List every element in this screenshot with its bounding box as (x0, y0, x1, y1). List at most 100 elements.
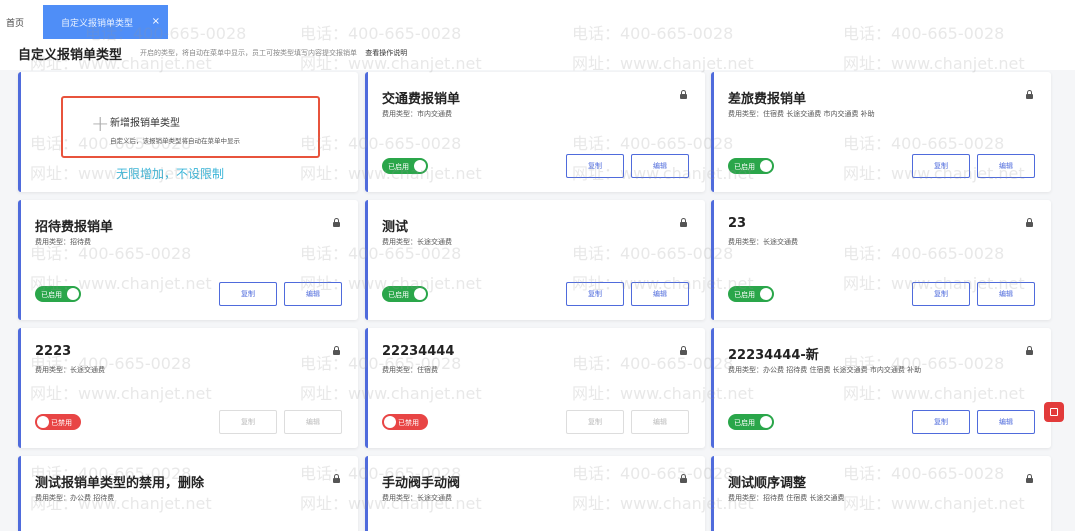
tab-label: 自定义报销单类型 (61, 19, 134, 29)
expense-type-card: 差旅费报销单 费用类型：住宿费 长途交通费 市内交通费 补助 已启用 复制 编辑 (711, 72, 1051, 192)
edit-button[interactable]: 编辑 (977, 282, 1035, 306)
plus-icon[interactable]: + (91, 112, 109, 137)
expense-type-card: 测试报销单类型的禁用，删除 费用类型：办公费 招待费 (18, 456, 358, 531)
edit-button[interactable]: 编辑 (977, 410, 1035, 434)
page-title: 自定义报销单类型 (18, 48, 123, 63)
tab-custom-expense-type[interactable]: 自定义报销单类型 × (43, 5, 168, 39)
toggle-label: 已启用 (388, 163, 409, 171)
card-title: 差旅费报销单 (728, 92, 807, 107)
card-expense-types: 费用类型：招待费 住宿费 长途交通费 (728, 494, 845, 502)
lock-icon[interactable] (680, 90, 687, 99)
add-card-title[interactable]: 新增报销单类型 (110, 114, 180, 129)
edit-button[interactable]: 编辑 (631, 154, 689, 178)
toggle-knob (67, 288, 79, 300)
card-expense-types: 费用类型：办公费 招待费 住宿费 长途交通费 市内交通费 补助 (728, 366, 922, 374)
card-title: 测试顺序调整 (728, 476, 807, 491)
edit-button[interactable]: 编辑 (977, 154, 1035, 178)
edit-button[interactable]: 编辑 (631, 282, 689, 306)
toggle-label: 已启用 (388, 291, 409, 299)
card-title: 测试报销单类型的禁用，删除 (35, 476, 205, 491)
app-root: 首页 自定义报销单类型 × 自定义报销单类型 开启的类型，将自动在菜单中显示，员… (0, 0, 1075, 531)
toggle-label: 已禁用 (51, 419, 72, 427)
status-toggle[interactable]: 已启用 (382, 286, 428, 302)
card-expense-types: 费用类型：长途交通费 (382, 494, 452, 502)
edit-button[interactable]: 编辑 (284, 410, 342, 434)
status-toggle[interactable]: 已启用 (35, 286, 81, 302)
lock-icon[interactable] (1026, 346, 1033, 355)
card-title: 测试 (382, 220, 409, 235)
close-icon[interactable]: × (152, 16, 160, 27)
card-expense-types: 费用类型：住宿费 (382, 366, 438, 374)
lock-icon[interactable] (1026, 474, 1033, 483)
card-title: 22234444 (382, 344, 455, 359)
lock-icon[interactable] (333, 218, 340, 227)
toggle-knob (760, 160, 772, 172)
toggle-knob (414, 288, 426, 300)
add-expense-type-card[interactable]: + 新增报销单类型 自定义后，该报销单类型将自动在菜单中显示 无限增加，不设限制 (18, 72, 358, 192)
card-title: 2223 (35, 344, 72, 359)
copy-button[interactable]: 复制 (912, 282, 970, 306)
toggle-knob (37, 416, 49, 428)
copy-button[interactable]: 复制 (566, 410, 624, 434)
card-expense-types: 费用类型：招待费 (35, 238, 91, 246)
lock-icon[interactable] (1026, 218, 1033, 227)
expense-type-card: 招待费报销单 费用类型：招待费 已启用 复制 编辑 (18, 200, 358, 320)
card-title: 交通费报销单 (382, 92, 461, 107)
toggle-knob (760, 288, 772, 300)
box-icon (1050, 408, 1058, 416)
expense-type-card: 22234444-新 费用类型：办公费 招待费 住宿费 长途交通费 市内交通费 … (711, 328, 1051, 448)
status-toggle[interactable]: 已启用 (728, 414, 774, 430)
tab-home[interactable]: 首页 (6, 16, 24, 29)
copy-button[interactable]: 复制 (219, 282, 277, 306)
toggle-label: 已启用 (734, 419, 755, 427)
copy-button[interactable]: 复制 (912, 410, 970, 434)
copy-button[interactable]: 复制 (912, 154, 970, 178)
card-expense-types: 费用类型：住宿费 长途交通费 市内交通费 补助 (728, 110, 875, 118)
status-toggle[interactable]: 已禁用 (35, 414, 81, 430)
card-title: 23 (728, 216, 747, 231)
expense-type-card: 交通费报销单 费用类型：市内交通费 已启用 复制 编辑 (365, 72, 705, 192)
page-description-text: 开启的类型，将自动在菜单中显示，员工可按类型填写内容提交报销单 (140, 49, 357, 57)
card-expense-types: 费用类型：长途交通费 (728, 238, 798, 246)
toggle-knob (760, 416, 772, 428)
lock-icon[interactable] (680, 218, 687, 227)
card-expense-types: 费用类型：市内交通费 (382, 110, 452, 118)
toggle-label: 已启用 (734, 291, 755, 299)
expense-type-card: 手动阀手动阀 费用类型：长途交通费 (365, 456, 705, 531)
toggle-knob (384, 416, 396, 428)
add-card-description: 自定义后，该报销单类型将自动在菜单中显示 (110, 137, 240, 145)
add-highlight-box: + 新增报销单类型 自定义后，该报销单类型将自动在菜单中显示 (61, 96, 320, 158)
card-expense-types: 费用类型：办公费 招待费 (35, 494, 115, 502)
copy-button[interactable]: 复制 (566, 154, 624, 178)
floating-action-button[interactable] (1044, 402, 1064, 422)
expense-type-card: 22234444 费用类型：住宿费 已禁用 复制 编辑 (365, 328, 705, 448)
card-title: 招待费报销单 (35, 220, 114, 235)
expense-type-card: 测试顺序调整 费用类型：招待费 住宿费 长途交通费 (711, 456, 1051, 531)
expense-type-card: 23 费用类型：长途交通费 已启用 复制 编辑 (711, 200, 1051, 320)
status-toggle[interactable]: 已启用 (382, 158, 428, 174)
card-expense-types: 费用类型：长途交通费 (35, 366, 105, 374)
toggle-label: 已启用 (41, 291, 62, 299)
card-expense-types: 费用类型：长途交通费 (382, 238, 452, 246)
expense-type-card: 2223 费用类型：长途交通费 已禁用 复制 编辑 (18, 328, 358, 448)
copy-button[interactable]: 复制 (566, 282, 624, 306)
lock-icon[interactable] (333, 346, 340, 355)
toggle-label: 已启用 (734, 163, 755, 171)
edit-button[interactable]: 编辑 (631, 410, 689, 434)
lock-icon[interactable] (333, 474, 340, 483)
guide-link[interactable]: 查看操作说明 (365, 49, 407, 57)
status-toggle[interactable]: 已禁用 (382, 414, 428, 430)
toggle-knob (414, 160, 426, 172)
lock-icon[interactable] (680, 346, 687, 355)
copy-button[interactable]: 复制 (219, 410, 277, 434)
status-toggle[interactable]: 已启用 (728, 286, 774, 302)
tab-bar: 首页 自定义报销单类型 × (0, 0, 1075, 40)
edit-button[interactable]: 编辑 (284, 282, 342, 306)
toggle-label: 已禁用 (398, 419, 419, 427)
status-toggle[interactable]: 已启用 (728, 158, 774, 174)
card-title: 22234444-新 (728, 348, 819, 363)
lock-icon[interactable] (1026, 90, 1033, 99)
lock-icon[interactable] (680, 474, 687, 483)
expense-type-card: 测试 费用类型：长途交通费 已启用 复制 编辑 (365, 200, 705, 320)
add-card-note: 无限增加，不设限制 (116, 167, 225, 181)
